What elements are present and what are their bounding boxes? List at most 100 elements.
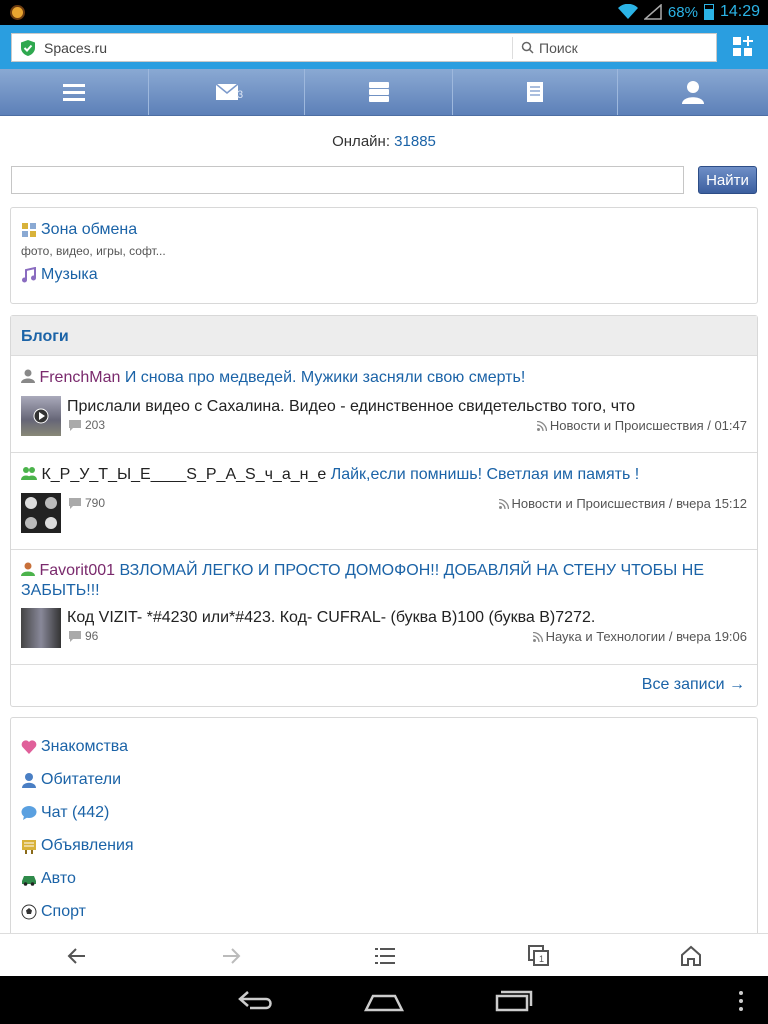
- blog-entry[interactable]: Favorit001 ВЗЛОМАЙ ЛЕГКО И ПРОСТО ДОМОФО…: [11, 550, 757, 665]
- blog-thumbnail[interactable]: [21, 396, 61, 436]
- section-sport-link[interactable]: Спорт: [21, 903, 86, 921]
- blog-meta[interactable]: Новости и Происшествия / вчера 15:12: [498, 496, 747, 511]
- blog-title[interactable]: ВЗЛОМАЙ ЛЕГКО И ПРОСТО ДОМОФОН!! ДОБАВЛЯ…: [21, 562, 704, 599]
- car-icon: [22, 876, 36, 886]
- system-home-icon[interactable]: [363, 986, 405, 1014]
- blog-meta-text: Новости и Происшествия / 01:47: [549, 418, 747, 433]
- exchange-panel: Зона обмена фото, видео, игры, софт... М…: [10, 207, 758, 304]
- section-label: Авто: [41, 870, 76, 887]
- music-note-icon: [22, 267, 36, 283]
- section-label: Объявления: [41, 837, 134, 854]
- mail-button[interactable]: 3: [149, 69, 305, 115]
- list-icon[interactable]: [373, 944, 397, 968]
- blog-thumbnail[interactable]: [21, 493, 61, 533]
- user-icon: [22, 773, 36, 788]
- exchange-zone-hint: фото, видео, игры, софт...: [21, 244, 166, 258]
- music-label: Музыка: [41, 266, 98, 283]
- blog-author[interactable]: К_Р_У_Т_Ы_Е____S_P_A_S_ч_а_н_е: [41, 466, 326, 483]
- signal-icon: [643, 4, 662, 20]
- blog-entry-title-line: Favorit001 ВЗЛОМАЙ ЛЕГКО И ПРОСТО ДОМОФО…: [21, 561, 747, 601]
- section-label: Обитатели: [41, 771, 122, 788]
- blog-snippet: Код VIZIT- *#4230 или*#423. Код- CUFRAL-…: [67, 609, 596, 626]
- page-content: Онлайн: 31885 Найти Зона обмена фото, ви…: [0, 116, 768, 933]
- blog-author[interactable]: FrenchMan: [39, 369, 120, 386]
- comment-count[interactable]: 96: [69, 629, 98, 643]
- browser-bottom-nav: 1: [0, 933, 768, 976]
- blog-title[interactable]: Лайк,если помнишь! Светлая им память !: [331, 466, 640, 483]
- secure-shield-icon: [21, 39, 35, 56]
- sections-panel: Знакомства Обитатели Чат (442) Объявлени…: [10, 717, 758, 933]
- site-nav: 3: [0, 69, 768, 116]
- feed-button[interactable]: [305, 69, 453, 115]
- home-icon[interactable]: [679, 944, 703, 968]
- forward-arrow-icon[interactable]: [219, 944, 243, 968]
- section-label: Спорт: [41, 903, 86, 920]
- board-icon: [22, 840, 36, 854]
- online-label: Онлайн:: [332, 133, 390, 150]
- comment-count[interactable]: 203: [69, 418, 105, 432]
- photo-faces-icon: [25, 497, 57, 529]
- stack-icon: [368, 82, 389, 102]
- find-button[interactable]: Найти: [698, 166, 757, 194]
- exchange-zone-label: Зона обмена: [41, 221, 138, 238]
- blog-title[interactable]: И снова про медведей. Мужики засняли сво…: [125, 369, 525, 386]
- clock: 14:29: [719, 3, 760, 20]
- blog-meta[interactable]: Наука и Технологии / вчера 19:06: [532, 629, 747, 644]
- all-posts-link[interactable]: Все записи →: [642, 676, 745, 694]
- comment-count[interactable]: 790: [69, 496, 105, 510]
- blogs-header[interactable]: Блоги: [11, 316, 757, 356]
- system-back-icon[interactable]: [236, 986, 276, 1014]
- blogs-heading: Блоги: [21, 328, 69, 345]
- section-label: Знакомства: [41, 738, 129, 755]
- section-chat-link[interactable]: Чат (442): [21, 804, 109, 822]
- back-arrow-icon[interactable]: [65, 944, 89, 968]
- system-nav-bar: [0, 976, 768, 1024]
- blog-meta[interactable]: Новости и Происшествия / 01:47: [536, 418, 747, 433]
- document-icon: [527, 82, 543, 102]
- envelope-icon: [215, 83, 238, 100]
- app-notification-icon: [10, 5, 25, 20]
- section-ads-link[interactable]: Объявления: [21, 837, 134, 855]
- author-user-icon: [21, 562, 35, 576]
- blog-entry-title-line: К_Р_У_Т_Ы_Е____S_P_A_S_ч_а_н_е Лайк,если…: [21, 465, 747, 485]
- browser-search-placeholder: Поиск: [539, 39, 578, 56]
- journal-button[interactable]: [453, 69, 618, 115]
- section-dating-link[interactable]: Знакомства: [21, 738, 128, 756]
- music-link[interactable]: Музыка: [21, 266, 98, 284]
- quick-access-icon[interactable]: [732, 36, 754, 58]
- overflow-menu-icon[interactable]: [736, 990, 746, 1012]
- blog-snippet: Прислали видео с Сахалина. Видео - единс…: [67, 398, 636, 415]
- blog-meta-text: Наука и Технологии / вчера 19:06: [545, 629, 747, 644]
- system-recents-icon[interactable]: [493, 986, 533, 1014]
- section-auto-link[interactable]: Авто: [21, 870, 76, 888]
- site-search: Найти: [11, 166, 757, 195]
- rss-icon: [532, 631, 543, 642]
- wifi-icon: [617, 4, 638, 19]
- search-icon: [521, 41, 534, 54]
- menu-button[interactable]: [0, 69, 149, 115]
- blog-author[interactable]: Favorit001: [39, 562, 115, 579]
- status-bar: 68% 14:29: [0, 0, 768, 25]
- site-search-input[interactable]: [11, 166, 684, 194]
- blog-thumbnail[interactable]: [21, 608, 61, 648]
- browser-search-field[interactable]: Поиск: [513, 40, 716, 56]
- blog-entry[interactable]: К_Р_У_Т_Ы_Е____S_P_A_S_ч_а_н_е Лайк,если…: [11, 453, 757, 550]
- online-counter: Онлайн: 31885: [0, 133, 768, 150]
- section-label: Чат (442): [41, 804, 110, 821]
- section-residents-link[interactable]: Обитатели: [21, 771, 121, 789]
- address-bar[interactable]: Spaces.ru Поиск: [11, 33, 717, 62]
- heart-icon: [21, 740, 37, 754]
- profile-button[interactable]: [618, 69, 768, 115]
- ball-icon: [21, 904, 37, 920]
- rss-icon: [498, 498, 509, 509]
- online-count: 31885: [394, 133, 436, 150]
- video-play-icon: [33, 408, 49, 424]
- rss-icon: [536, 420, 547, 431]
- exchange-zone-link[interactable]: Зона обмена: [21, 221, 137, 239]
- blog-entry[interactable]: FrenchMan И снова про медведей. Мужики з…: [11, 356, 757, 453]
- author-user-icon: [21, 369, 35, 383]
- chat-icon: [21, 806, 37, 820]
- url-text[interactable]: Spaces.ru: [44, 40, 512, 56]
- tabs-icon[interactable]: 1: [527, 944, 551, 968]
- comment-count-value: 203: [85, 418, 106, 432]
